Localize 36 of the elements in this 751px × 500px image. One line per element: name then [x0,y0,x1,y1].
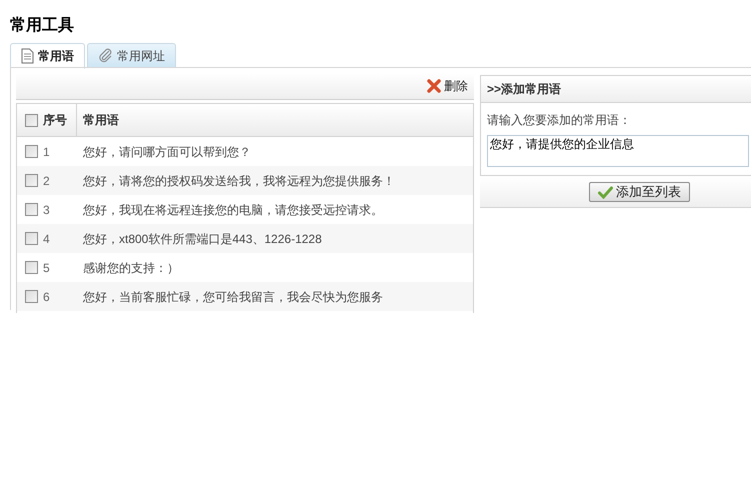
checkmark-icon [598,186,613,198]
delete-button[interactable]: 删除 [427,77,468,95]
checkbox[interactable] [25,261,38,274]
table-cell-text: 4 [43,230,50,248]
checkbox[interactable] [25,232,38,245]
table-cell-text: 6 [43,288,50,306]
page-title: 常用工具 [10,16,74,36]
column-header: 常用语 [83,112,119,129]
checkbox[interactable] [25,203,38,216]
table-cell-text: 5 [43,260,50,276]
add-to-list-button[interactable]: 添加至列表 [589,182,690,202]
checkbox[interactable] [25,174,38,187]
column-header: 序号 [43,112,67,129]
table-cell-text: 感谢您的支持：） [82,260,179,276]
table-row[interactable]: 2 您好，请将您的授权码发送给我，我将远程为您提供服务！ [17,166,473,195]
table-cell-text: 您好，当前客服忙碌，您可给我留言，我会尽快为您服务 [82,288,383,306]
table-cell-text: 您好，我现在将远程连接您的电脑，请您接受远控请求。 [82,202,383,218]
table-cell-text: 您好，请问哪方面可以帮到您？ [82,144,251,160]
document-icon [21,48,34,64]
table-cell-text: 2 [43,172,50,190]
checkbox[interactable] [25,114,38,126]
table-cell-text: 1 [43,144,50,160]
tab[interactable]: 常用语 [10,43,85,69]
paperclip-icon [98,48,113,63]
table-row[interactable]: 6 您好，当前客服忙碌，您可给我留言，我会尽快为您服务 [17,282,473,311]
panel-title: >>添加常用语 [487,81,562,98]
table-cell-text: 您好，请将您的授权码发送给我，我将远程为您提供服务！ [82,172,395,190]
close-icon [427,79,441,93]
tab[interactable]: 常用网址 [87,43,176,68]
table-cell-text: 3 [43,202,50,218]
field-label: 请输入您要添加的常用语： [486,112,632,129]
table-cell-text: 您好，xt800软件所需端口是443、1226-1228 [82,230,322,248]
checkbox[interactable] [25,290,38,303]
input-field[interactable]: 您好，请提供您的企业信息 [487,135,749,167]
checkbox[interactable] [25,145,38,158]
table-row[interactable]: 4 您好，xt800软件所需端口是443、1226-1228 [17,224,473,253]
